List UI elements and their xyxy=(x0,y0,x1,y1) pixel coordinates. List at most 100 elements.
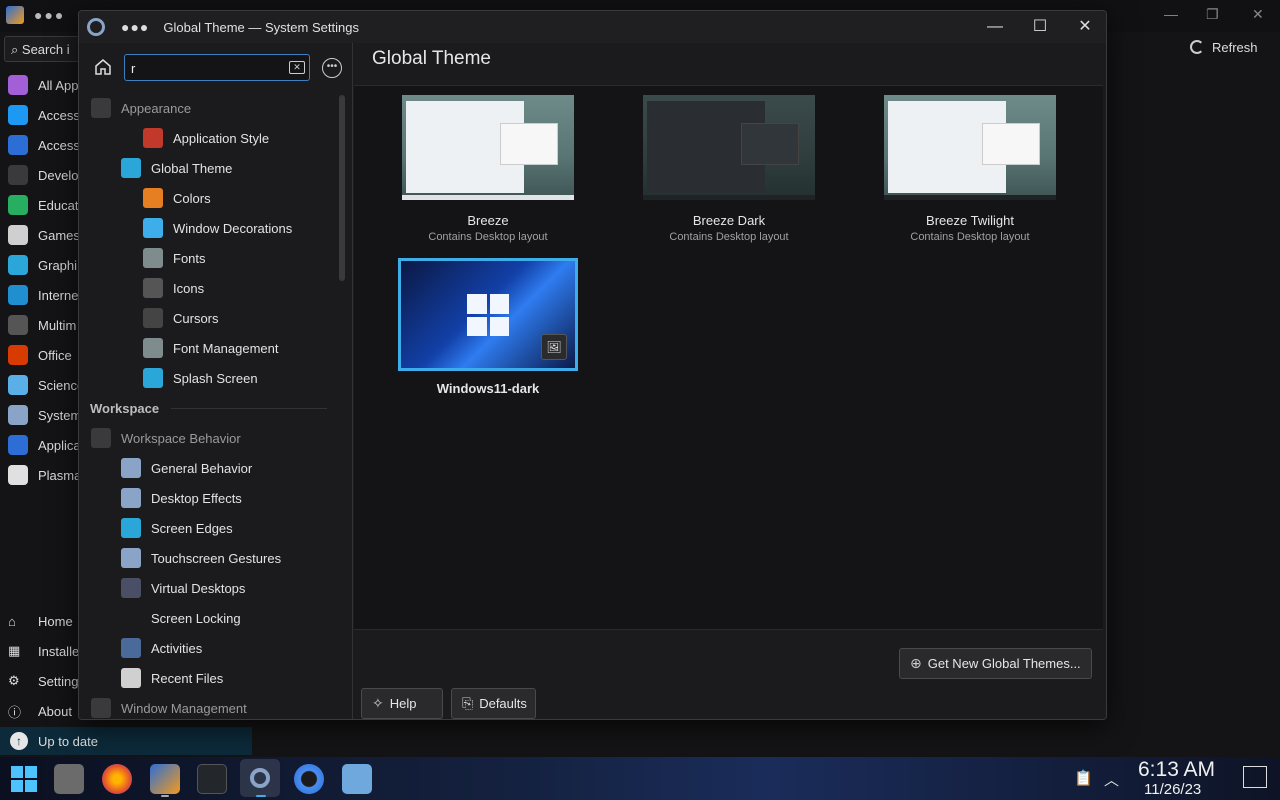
window-menu-dots-icon[interactable]: ●●● xyxy=(121,19,149,35)
window-title: Global Theme — System Settings xyxy=(163,19,359,35)
sidebar-item[interactable]: Cursors xyxy=(79,303,335,333)
get-new-themes-button[interactable]: ⊕ Get New Global Themes... xyxy=(899,648,1092,679)
sidebar-item[interactable]: Virtual Desktops xyxy=(79,573,335,603)
defaults-button[interactable]: ⎘ Defaults xyxy=(451,688,536,719)
update-status-bar[interactable]: ↑ Up to date xyxy=(0,727,252,755)
theme-grid: Breeze Contains Desktop layout Breeze Da… xyxy=(354,85,1103,630)
sidebar-item-label: Desktop Effects xyxy=(151,490,242,506)
terminal-icon[interactable] xyxy=(197,764,227,794)
clipboard-icon[interactable]: 📋 xyxy=(1074,769,1093,787)
sidebar-item[interactable]: Desktop Effects xyxy=(79,483,335,513)
sidebar-item[interactable]: General Behavior xyxy=(79,453,335,483)
sidebar-item[interactable]: Colors xyxy=(79,183,335,213)
folder-icon[interactable] xyxy=(342,764,372,794)
help-button[interactable]: ✧ Help xyxy=(361,688,443,719)
category-item[interactable]: Interne xyxy=(0,280,80,310)
theme-name: Breeze Twilight xyxy=(926,213,1014,228)
sidebar-item-icon xyxy=(143,188,163,208)
firefox-icon[interactable] xyxy=(102,764,132,794)
discover-taskbar-icon[interactable] xyxy=(150,764,180,794)
sidebar-item[interactable]: Workspace Behavior xyxy=(79,423,335,453)
bottom-nav-item[interactable]: ⓘ About xyxy=(0,696,80,726)
sidebar-item-label: Window Decorations xyxy=(173,220,293,236)
clock-date[interactable]: 11/26/23 xyxy=(1144,781,1201,798)
clear-search-icon[interactable]: ✕ xyxy=(289,61,305,74)
home-icon[interactable] xyxy=(93,57,113,77)
sidebar-search-input[interactable]: r xyxy=(124,54,310,81)
category-item[interactable]: Graphi xyxy=(0,250,80,280)
category-icon xyxy=(8,255,28,275)
download-icon: ⊕ xyxy=(910,655,922,671)
category-item[interactable]: Plasma xyxy=(0,460,80,490)
sidebar-item[interactable]: Recent Files xyxy=(79,663,335,693)
image-preview-icon[interactable]: 🖼 xyxy=(541,334,567,360)
bottom-nav-item[interactable]: ⌂ Home xyxy=(0,606,80,636)
bottom-nav-item[interactable]: ▦ Installe xyxy=(0,636,80,666)
category-item[interactable]: Develo xyxy=(0,160,80,190)
bg-minimize-icon[interactable]: — xyxy=(1164,6,1178,22)
theme-card-breeze-dark[interactable]: Breeze Dark Contains Desktop layout xyxy=(639,95,819,243)
tray-expand-icon[interactable]: ︿ xyxy=(1104,769,1119,790)
sidebar-item-icon xyxy=(143,368,163,388)
sidebar-item-label: Fonts xyxy=(173,250,206,266)
show-desktop-icon[interactable] xyxy=(1243,766,1267,788)
theme-card-breeze-twilight[interactable]: Breeze Twilight Contains Desktop layout xyxy=(880,95,1060,243)
category-item[interactable]: All App xyxy=(0,70,80,100)
sidebar-item-icon xyxy=(121,578,141,598)
more-options-icon[interactable]: ••• xyxy=(322,58,342,78)
sidebar-scrollbar[interactable] xyxy=(339,95,345,281)
sidebar-item[interactable]: Icons xyxy=(79,273,335,303)
category-item[interactable]: Educat xyxy=(0,190,80,220)
window-titlebar[interactable]: ●●● Global Theme — System Settings — ☐ ✕ xyxy=(79,11,1106,43)
sidebar-item[interactable]: Window Decorations xyxy=(79,213,335,243)
sidebar-item[interactable]: Touchscreen Gestures xyxy=(79,543,335,573)
nav-label: Setting xyxy=(38,673,79,689)
sidebar-item[interactable]: Activities xyxy=(79,633,335,663)
maximize-button[interactable]: ☐ xyxy=(1029,16,1051,38)
sidebar-item-label: Splash Screen xyxy=(173,370,258,386)
theme-thumbnail xyxy=(884,95,1056,200)
minimize-button[interactable]: — xyxy=(984,16,1006,38)
category-item[interactable]: Games xyxy=(0,220,80,250)
bg-close-icon[interactable]: ✕ xyxy=(1252,6,1264,23)
theme-name: Breeze xyxy=(467,213,509,228)
category-item[interactable]: Multim xyxy=(0,310,80,340)
sidebar-item-icon xyxy=(143,248,163,268)
category-item[interactable]: Access xyxy=(0,100,80,130)
sidebar-item[interactable]: Appearance xyxy=(79,93,335,123)
sidebar-item[interactable]: Screen Locking xyxy=(79,603,335,633)
bottom-nav-item[interactable]: ⚙ Setting xyxy=(0,666,80,696)
system-settings-taskbar-button[interactable] xyxy=(240,759,280,797)
sidebar-item[interactable]: Screen Edges xyxy=(79,513,335,543)
browser-icon[interactable] xyxy=(294,764,324,794)
theme-subtitle: Contains Desktop layout xyxy=(910,231,1030,243)
sidebar-item[interactable]: Window Management xyxy=(79,693,335,719)
sidebar-item[interactable]: Application Style xyxy=(79,123,335,153)
sidebar-item-icon xyxy=(121,638,141,658)
theme-card-breeze[interactable]: Breeze Contains Desktop layout xyxy=(398,95,578,243)
close-button[interactable]: ✕ xyxy=(1074,16,1096,38)
category-item[interactable]: Applica xyxy=(0,430,80,460)
start-menu-icon[interactable] xyxy=(9,764,39,794)
category-item[interactable]: System xyxy=(0,400,80,430)
sidebar-item[interactable]: Global Theme xyxy=(79,153,335,183)
sidebar-item[interactable]: Fonts xyxy=(79,243,335,273)
discover-search-field[interactable]: ⌕ Search i xyxy=(4,36,80,62)
theme-card-windows11-dark[interactable]: 🖼 Windows11-dark xyxy=(394,258,582,396)
category-item[interactable]: Office xyxy=(0,340,80,370)
bg-restore-icon[interactable]: ❐ xyxy=(1206,6,1219,23)
refresh-button[interactable]: Refresh xyxy=(1190,40,1258,55)
sidebar-item[interactable]: Splash Screen xyxy=(79,363,335,393)
sidebar-item-label: Cursors xyxy=(173,310,219,326)
sidebar-item[interactable]: Font Management xyxy=(79,333,335,363)
menu-dots-icon[interactable]: ●●● xyxy=(34,7,65,23)
settings-sidebar: r ✕ ••• Appearance Application Style Globa… xyxy=(79,43,353,719)
help-icon: ✧ xyxy=(372,695,384,711)
file-manager-icon[interactable] xyxy=(54,764,84,794)
sidebar-item-icon xyxy=(143,308,163,328)
theme-thumbnail-selected: 🖼 xyxy=(398,258,578,371)
nav-label: Home xyxy=(38,613,73,629)
category-item[interactable]: Science xyxy=(0,370,80,400)
category-item[interactable]: Access xyxy=(0,130,80,160)
clock-time[interactable]: 6:13 AM xyxy=(1138,758,1215,782)
